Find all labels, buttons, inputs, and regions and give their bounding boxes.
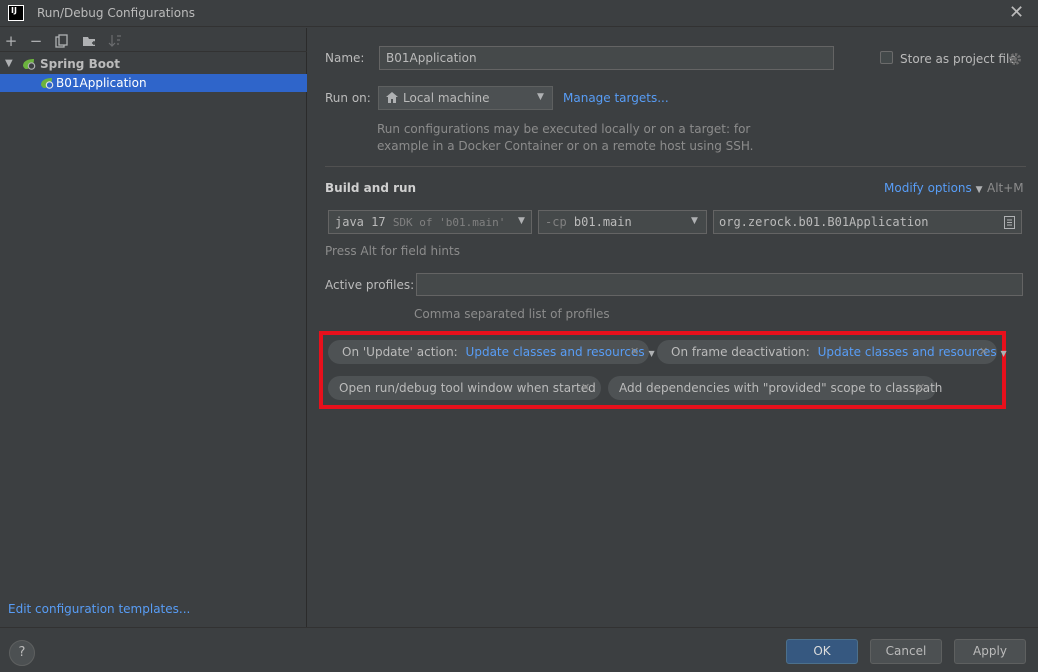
chip-add-dependencies-label: Add dependencies with "provided" scope t… xyxy=(619,381,943,395)
edit-configuration-templates-link[interactable]: Edit configuration templates... xyxy=(8,602,190,616)
run-on-label: Run on: xyxy=(325,91,371,105)
remove-chip-icon[interactable]: ✕ xyxy=(979,340,988,364)
chip-frame-deactivation-value[interactable]: Update classes and resources xyxy=(818,345,997,359)
run-on-select[interactable]: Local machine ▼ xyxy=(378,86,553,110)
modify-options-label: Modify options xyxy=(884,181,972,195)
chevron-down-icon[interactable]: ▼ xyxy=(648,349,654,358)
name-input[interactable]: B01Application xyxy=(379,46,834,70)
toolbar-divider xyxy=(0,51,307,52)
chevron-down-icon: ▼ xyxy=(691,216,698,226)
run-on-value: Local machine xyxy=(403,91,490,105)
browse-class-icon[interactable] xyxy=(1004,216,1015,229)
store-as-project-file-checkbox[interactable] xyxy=(880,51,893,64)
remove-chip-icon[interactable]: ✕ xyxy=(581,376,590,400)
intellij-app-icon: IJ xyxy=(8,5,24,21)
chip-update-action[interactable]: On 'Update' action: Update classes and r… xyxy=(328,340,655,364)
window-title: Run/Debug Configurations xyxy=(37,6,195,20)
active-profiles-hint: Comma separated list of profiles xyxy=(414,307,610,321)
add-configuration-icon[interactable]: + xyxy=(2,32,20,50)
run-on-hint-line-2: example in a Docker Container or on a re… xyxy=(377,139,754,153)
chevron-down-icon: ▼ xyxy=(537,92,544,102)
spring-boot-icon xyxy=(23,59,36,70)
remove-chip-icon[interactable]: ✕ xyxy=(630,340,639,364)
chevron-down-icon[interactable]: ▼ xyxy=(1000,349,1006,358)
name-label: Name: xyxy=(325,51,365,65)
remove-chip-icon[interactable]: ✕ xyxy=(916,376,925,400)
chip-frame-deactivation[interactable]: On frame deactivation: Update classes an… xyxy=(657,340,1007,364)
jre-value: java 17 xyxy=(335,215,386,229)
chip-open-tool-window[interactable]: Open run/debug tool window when started … xyxy=(328,376,601,400)
apply-button[interactable]: Apply xyxy=(954,639,1026,664)
manage-targets-link[interactable]: Manage targets... xyxy=(563,91,669,105)
tree-group-spring-boot[interactable]: ▼ Spring Boot xyxy=(0,55,307,73)
name-value: B01Application xyxy=(386,51,477,65)
chip-add-dependencies[interactable]: Add dependencies with "provided" scope t… xyxy=(608,376,942,400)
remove-configuration-icon[interactable]: − xyxy=(27,32,45,50)
tree-item-b01application[interactable]: B01Application xyxy=(0,74,307,92)
classpath-prefix: -cp xyxy=(545,215,567,229)
chip-open-tool-window-label: Open run/debug tool window when started xyxy=(339,381,596,395)
modify-options-link[interactable]: Modify options ▼ xyxy=(884,181,983,195)
tree-item-label: B01Application xyxy=(56,76,147,90)
classpath-module-select[interactable]: -cp b01.main ▼ xyxy=(538,210,707,234)
close-icon[interactable]: ✕ xyxy=(1009,2,1024,23)
section-divider xyxy=(325,166,1026,167)
active-profiles-label: Active profiles: xyxy=(325,278,415,292)
sort-icon[interactable] xyxy=(106,32,124,50)
tree-group-label: Spring Boot xyxy=(40,57,120,71)
jre-detail: SDK of 'b01.main' xyxy=(392,216,506,229)
chevron-down-icon: ▼ xyxy=(518,216,525,226)
ok-button[interactable]: OK xyxy=(786,639,858,664)
main-class-input[interactable]: org.zerock.b01.B01Application xyxy=(713,210,1022,234)
home-icon xyxy=(386,92,398,103)
build-and-run-heading: Build and run xyxy=(325,181,417,195)
chip-update-action-label: On 'Update' action: xyxy=(342,345,458,359)
active-profiles-input[interactable] xyxy=(416,273,1023,296)
new-folder-icon[interactable] xyxy=(80,32,98,50)
copy-configuration-icon[interactable] xyxy=(53,32,71,50)
chip-frame-deactivation-label: On frame deactivation: xyxy=(671,345,810,359)
run-on-hint-line-1: Run configurations may be executed local… xyxy=(377,122,751,136)
cancel-button[interactable]: Cancel xyxy=(870,639,942,664)
field-hints-text: Press Alt for field hints xyxy=(325,244,460,258)
help-button[interactable]: ? xyxy=(9,640,35,666)
spring-boot-run-icon xyxy=(41,78,54,89)
modify-options-shortcut: Alt+M xyxy=(987,181,1024,195)
chip-update-action-value[interactable]: Update classes and resources xyxy=(466,345,645,359)
gear-icon[interactable] xyxy=(1008,52,1022,66)
store-as-project-file-label: Store as project file xyxy=(900,52,1017,66)
chevron-down-icon[interactable]: ▼ xyxy=(5,55,13,73)
title-bar: IJ Run/Debug Configurations ✕ xyxy=(0,0,1038,27)
main-class-value: org.zerock.b01.B01Application xyxy=(719,215,929,229)
chevron-down-icon: ▼ xyxy=(975,185,983,195)
jre-select[interactable]: java 17 SDK of 'b01.main' ▼ xyxy=(328,210,532,234)
configurations-sidebar: + − ▼ Spring Boot B01Application Edit co… xyxy=(0,28,307,627)
classpath-value: b01.main xyxy=(573,215,632,229)
